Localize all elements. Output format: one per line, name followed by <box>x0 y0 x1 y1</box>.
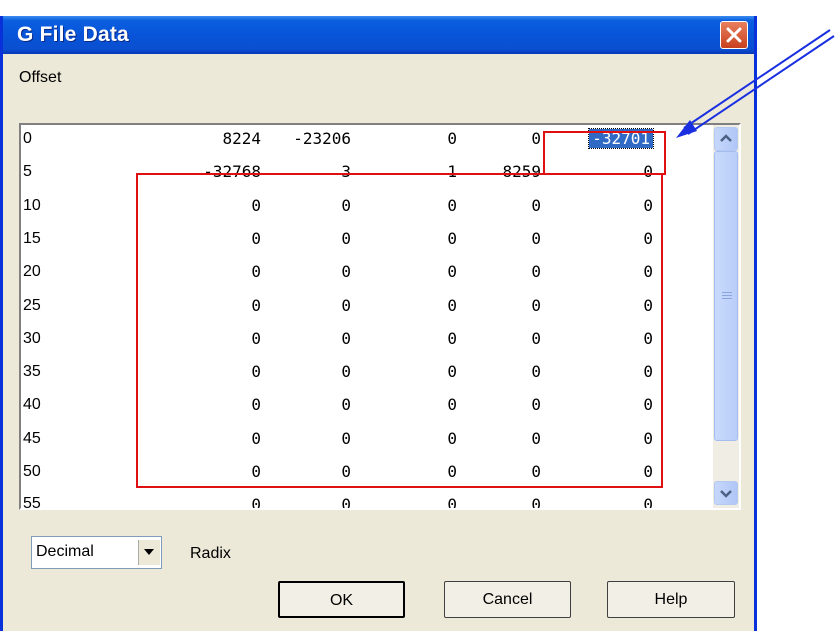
radix-select[interactable]: Decimal <box>31 536 162 569</box>
dropdown-arrow-icon <box>144 549 154 555</box>
help-button[interactable]: Help <box>607 581 735 618</box>
cancel-button[interactable]: Cancel <box>444 581 571 618</box>
radix-dropdown-button[interactable] <box>138 540 160 565</box>
ok-button[interactable]: OK <box>278 581 405 618</box>
radix-label: Radix <box>190 545 231 562</box>
radix-value: Decimal <box>36 543 94 560</box>
